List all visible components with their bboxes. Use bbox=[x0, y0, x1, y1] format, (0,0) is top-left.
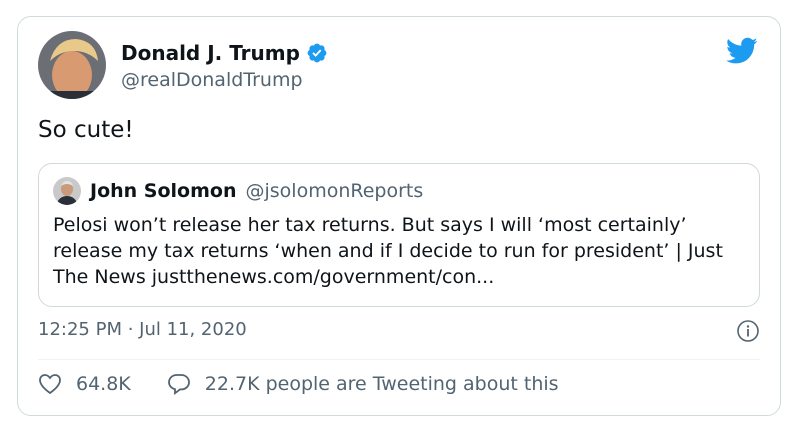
tweet-text: So cute! bbox=[38, 117, 134, 143]
quoted-tweet[interactable]: John Solomon @jsolomonReports Pelosi won… bbox=[38, 163, 760, 307]
quoted-author-avatar-image bbox=[53, 177, 81, 205]
twitter-bird-icon[interactable] bbox=[726, 37, 758, 65]
reply-bubble-icon[interactable] bbox=[167, 373, 191, 395]
tweeting-about-text: 22.7K people are Tweeting about this bbox=[204, 373, 559, 395]
tweet-card[interactable]: Donald J. Trump @realDonaldTrump So cute… bbox=[17, 16, 781, 416]
author-avatar[interactable] bbox=[38, 31, 106, 99]
quoted-author-avatar[interactable] bbox=[53, 177, 81, 205]
author-avatar-image bbox=[38, 31, 106, 99]
tweet-actions: 64.8K 22.7K people are Tweeting about th… bbox=[38, 373, 559, 395]
heart-icon[interactable] bbox=[38, 373, 62, 395]
like-action[interactable]: 64.8K bbox=[38, 373, 131, 395]
like-count: 64.8K bbox=[76, 373, 131, 395]
tweeting-about-action[interactable]: 22.7K people are Tweeting about this bbox=[167, 373, 559, 395]
info-icon[interactable] bbox=[736, 319, 760, 343]
author-handle[interactable]: @realDonaldTrump bbox=[121, 69, 328, 91]
quoted-author-handle[interactable]: @jsolomonReports bbox=[245, 180, 423, 202]
quoted-author-display-name[interactable]: John Solomon bbox=[90, 180, 236, 202]
quoted-tweet-header: John Solomon @jsolomonReports bbox=[53, 177, 423, 205]
author-display-name[interactable]: Donald J. Trump bbox=[121, 41, 300, 65]
actions-divider bbox=[38, 359, 760, 360]
tweet-timestamp[interactable]: 12:25 PM · Jul 11, 2020 bbox=[38, 319, 247, 340]
verified-badge-icon bbox=[307, 43, 327, 63]
author-info: Donald J. Trump @realDonaldTrump bbox=[121, 39, 328, 91]
quoted-tweet-text: Pelosi won’t release her tax returns. Bu… bbox=[53, 214, 723, 288]
